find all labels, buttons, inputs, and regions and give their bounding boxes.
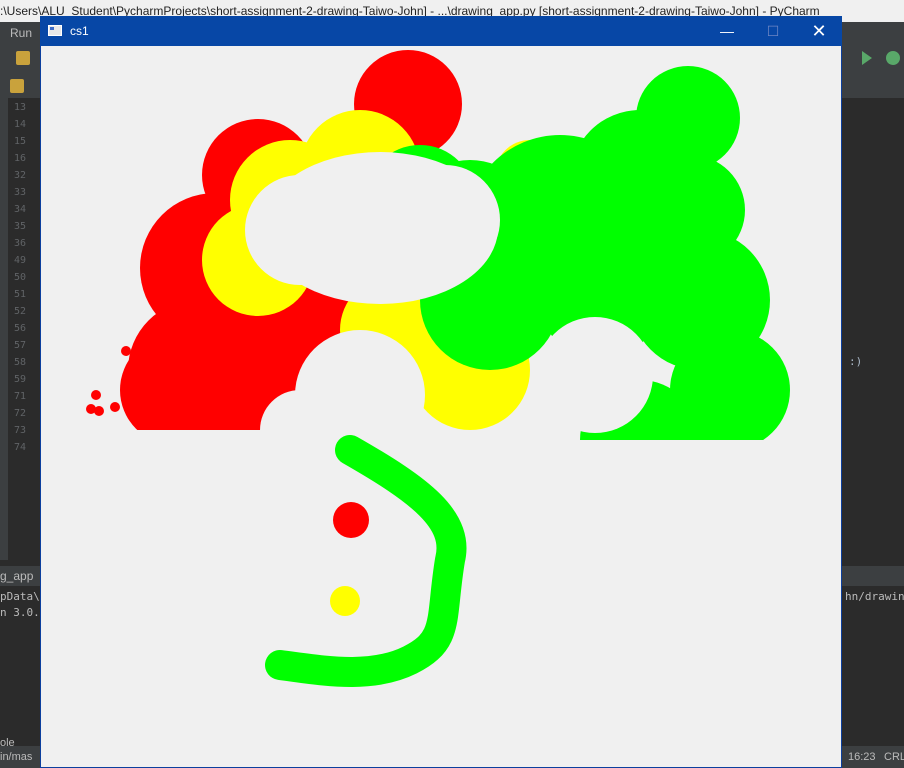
- line-number: 59: [14, 374, 27, 385]
- console-line: n 3.0.: [0, 606, 40, 619]
- yellow-dot: [330, 586, 360, 616]
- minimize-button[interactable]: —: [704, 16, 750, 46]
- run-icon[interactable]: [862, 51, 872, 65]
- drawing-canvas[interactable]: [41, 46, 841, 767]
- line-number: 16: [14, 153, 27, 164]
- window-icon: [48, 25, 62, 36]
- line-number: 13: [14, 102, 27, 113]
- line-number: 52: [14, 306, 27, 317]
- line-number: 74: [14, 442, 27, 453]
- run-tab-label[interactable]: g_app: [0, 566, 33, 586]
- line-number: 14: [14, 119, 27, 130]
- python-file-icon[interactable]: [10, 79, 24, 93]
- tk-window: cs1 — ☐ ✕: [40, 16, 842, 768]
- line-number: 34: [14, 204, 27, 215]
- line-number: 50: [14, 272, 27, 283]
- line-number: 57: [14, 340, 27, 351]
- menu-run[interactable]: Run: [10, 22, 32, 44]
- close-button[interactable]: ✕: [796, 16, 842, 46]
- line-number: 15: [14, 136, 27, 147]
- line-number: 72: [14, 408, 27, 419]
- line-number: 56: [14, 323, 27, 334]
- line-number: 33: [14, 187, 27, 198]
- code-fragment: :): [849, 355, 863, 368]
- tk-title-bar[interactable]: cs1 — ☐ ✕: [40, 16, 842, 46]
- line-number: 71: [14, 391, 27, 402]
- line-number: 36: [14, 238, 27, 249]
- line-number: 51: [14, 289, 27, 300]
- window-title: cs1: [70, 24, 89, 38]
- cursor-position: 16:23: [848, 751, 876, 763]
- line-number: 32: [14, 170, 27, 181]
- line-number: 73: [14, 425, 27, 436]
- project-sidebar-strip: [0, 98, 8, 560]
- folder-icon[interactable]: [16, 51, 30, 65]
- git-branch-label[interactable]: in/mas: [0, 746, 32, 768]
- line-number: 58: [14, 357, 27, 368]
- line-separator-label[interactable]: CRL: [884, 746, 904, 768]
- drawing-strokes: [41, 46, 840, 767]
- console-line: hn/drawing: [845, 590, 904, 603]
- debug-icon[interactable]: [886, 51, 900, 65]
- red-dot: [333, 502, 369, 538]
- maximize-button[interactable]: ☐: [750, 16, 796, 46]
- line-number: 35: [14, 221, 27, 232]
- line-number: 49: [14, 255, 27, 266]
- console-line: pData\: [0, 590, 40, 603]
